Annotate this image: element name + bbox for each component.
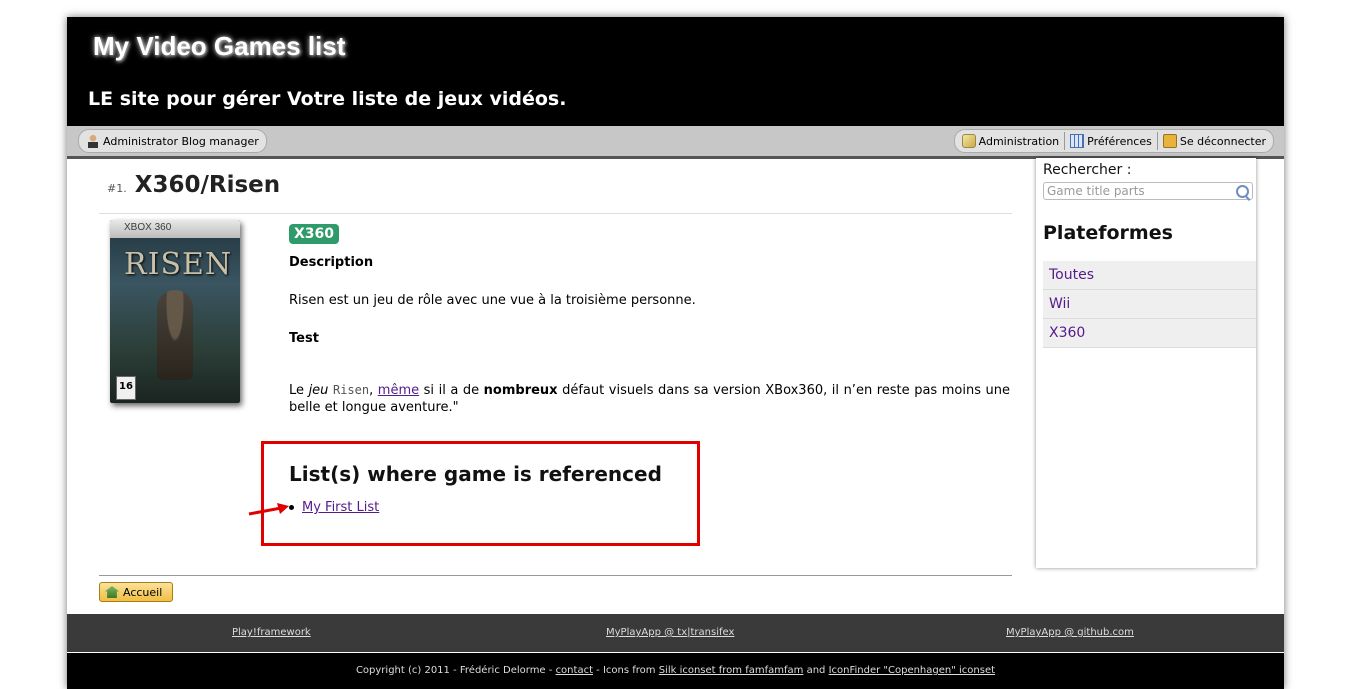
game-number: #1. bbox=[107, 182, 127, 195]
platform-badge: X360 bbox=[289, 224, 340, 244]
iconfinder-link[interactable]: IconFinder "Copenhagen" iconset bbox=[829, 665, 995, 676]
game-heading: #1. X360/Risen bbox=[107, 172, 280, 198]
game-title: X360/Risen bbox=[134, 172, 281, 198]
page-container: My Video Games list LE site pour gérer V… bbox=[67, 17, 1284, 689]
preferences-button[interactable]: Préférences bbox=[1067, 132, 1155, 150]
platforms-list: Toutes Wii X360 bbox=[1043, 261, 1256, 348]
toolbar-divider bbox=[1156, 132, 1158, 150]
platform-item-toutes[interactable]: Toutes bbox=[1043, 261, 1256, 290]
test-text-part: Le bbox=[289, 383, 309, 398]
site-title: My Video Games list bbox=[93, 31, 346, 61]
logout-label: Se déconnecter bbox=[1179, 134, 1266, 148]
footer-copyright-bar: Copyright (c) 2011 - Frédéric Delorme - … bbox=[67, 653, 1284, 689]
platforms-heading: Plateformes bbox=[1043, 222, 1173, 244]
user-group: Administrator Blog manager bbox=[78, 129, 267, 153]
administration-icon bbox=[961, 134, 976, 148]
title-divider bbox=[99, 213, 1012, 214]
contact-link[interactable]: contact bbox=[556, 665, 593, 676]
user-toolbar: Administrator Blog manager Administratio… bbox=[67, 126, 1284, 159]
copyright-mid: - Icons from bbox=[592, 665, 659, 676]
search-label: Rechercher : bbox=[1043, 162, 1132, 178]
test-text-strong: nombreux bbox=[483, 383, 558, 398]
search-icon[interactable] bbox=[1236, 185, 1249, 198]
references-list: My First List bbox=[289, 500, 379, 515]
list-link[interactable]: My First List bbox=[302, 500, 379, 515]
highlight-box bbox=[261, 441, 700, 546]
test-text: Le jeu Risen, même si il a de nombreux d… bbox=[289, 382, 1010, 416]
copyright-prefix: Copyright (c) 2011 - Frédéric Delorme - bbox=[355, 665, 556, 676]
user-profile-button[interactable]: Administrator Blog manager bbox=[83, 132, 262, 150]
sidebar: Rechercher : Plateformes Toutes Wii X360 bbox=[1036, 158, 1256, 568]
test-text-code: Risen bbox=[332, 383, 370, 397]
logout-button[interactable]: Se déconnecter bbox=[1160, 132, 1269, 150]
red-arrow-icon bbox=[248, 503, 289, 516]
administration-button[interactable]: Administration bbox=[959, 132, 1063, 150]
copyright-text: Copyright (c) 2011 - Frédéric Delorme - … bbox=[67, 665, 1284, 676]
cover-platform-text: XBOX 360 bbox=[124, 222, 172, 233]
test-text-link[interactable]: même bbox=[378, 383, 419, 398]
home-icon bbox=[105, 586, 119, 598]
footer-link-transifex[interactable]: MyPlayApp @ tx|transifex bbox=[606, 627, 734, 638]
admin-group: Administration Préférences Se déconnecte… bbox=[953, 129, 1274, 153]
preferences-icon bbox=[1070, 134, 1085, 148]
user-label: Administrator Blog manager bbox=[103, 134, 259, 148]
preferences-label: Préférences bbox=[1087, 134, 1152, 148]
content-divider bbox=[99, 575, 1012, 576]
platform-item-wii[interactable]: Wii bbox=[1043, 290, 1256, 319]
description-text: Risen est un jeu de rôle avec une vue à … bbox=[289, 293, 696, 308]
references-heading: List(s) where game is referenced bbox=[289, 462, 662, 486]
search-input[interactable] bbox=[1043, 182, 1253, 200]
test-heading: Test bbox=[289, 331, 319, 346]
cover-hero-figure bbox=[157, 290, 193, 380]
lock-icon bbox=[1162, 134, 1177, 148]
game-cover-image: XBOX 360 RISEN 16 bbox=[110, 220, 240, 403]
toolbar-divider bbox=[1064, 132, 1066, 150]
description-heading: Description bbox=[289, 255, 374, 270]
home-button[interactable]: Accueil bbox=[99, 582, 174, 602]
list-item: My First List bbox=[289, 500, 379, 515]
user-icon bbox=[86, 134, 100, 148]
administration-label: Administration bbox=[978, 134, 1060, 148]
footer-link-github[interactable]: MyPlayApp @ github.com bbox=[1006, 627, 1134, 638]
cover-age-rating: 16 bbox=[116, 376, 136, 400]
platform-item-x360[interactable]: X360 bbox=[1043, 319, 1256, 348]
test-text-part: si il a de bbox=[419, 383, 484, 398]
site-subtitle: LE site pour gérer Votre liste de jeux v… bbox=[88, 88, 567, 110]
test-text-part: , bbox=[369, 383, 378, 398]
footer-links-bar: Play!framework MyPlayApp @ tx|transifex … bbox=[67, 614, 1284, 652]
footer-link-play[interactable]: Play!framework bbox=[232, 627, 311, 638]
site-header: My Video Games list LE site pour gérer V… bbox=[67, 17, 1284, 126]
silk-iconset-link[interactable]: Silk iconset from famfamfam bbox=[659, 665, 804, 676]
copyright-and: and bbox=[803, 665, 829, 676]
cover-platform-band: XBOX 360 bbox=[110, 220, 240, 238]
home-button-label: Accueil bbox=[123, 585, 163, 599]
test-text-emphasis: jeu bbox=[308, 383, 329, 398]
cover-logo: RISEN bbox=[124, 247, 233, 282]
